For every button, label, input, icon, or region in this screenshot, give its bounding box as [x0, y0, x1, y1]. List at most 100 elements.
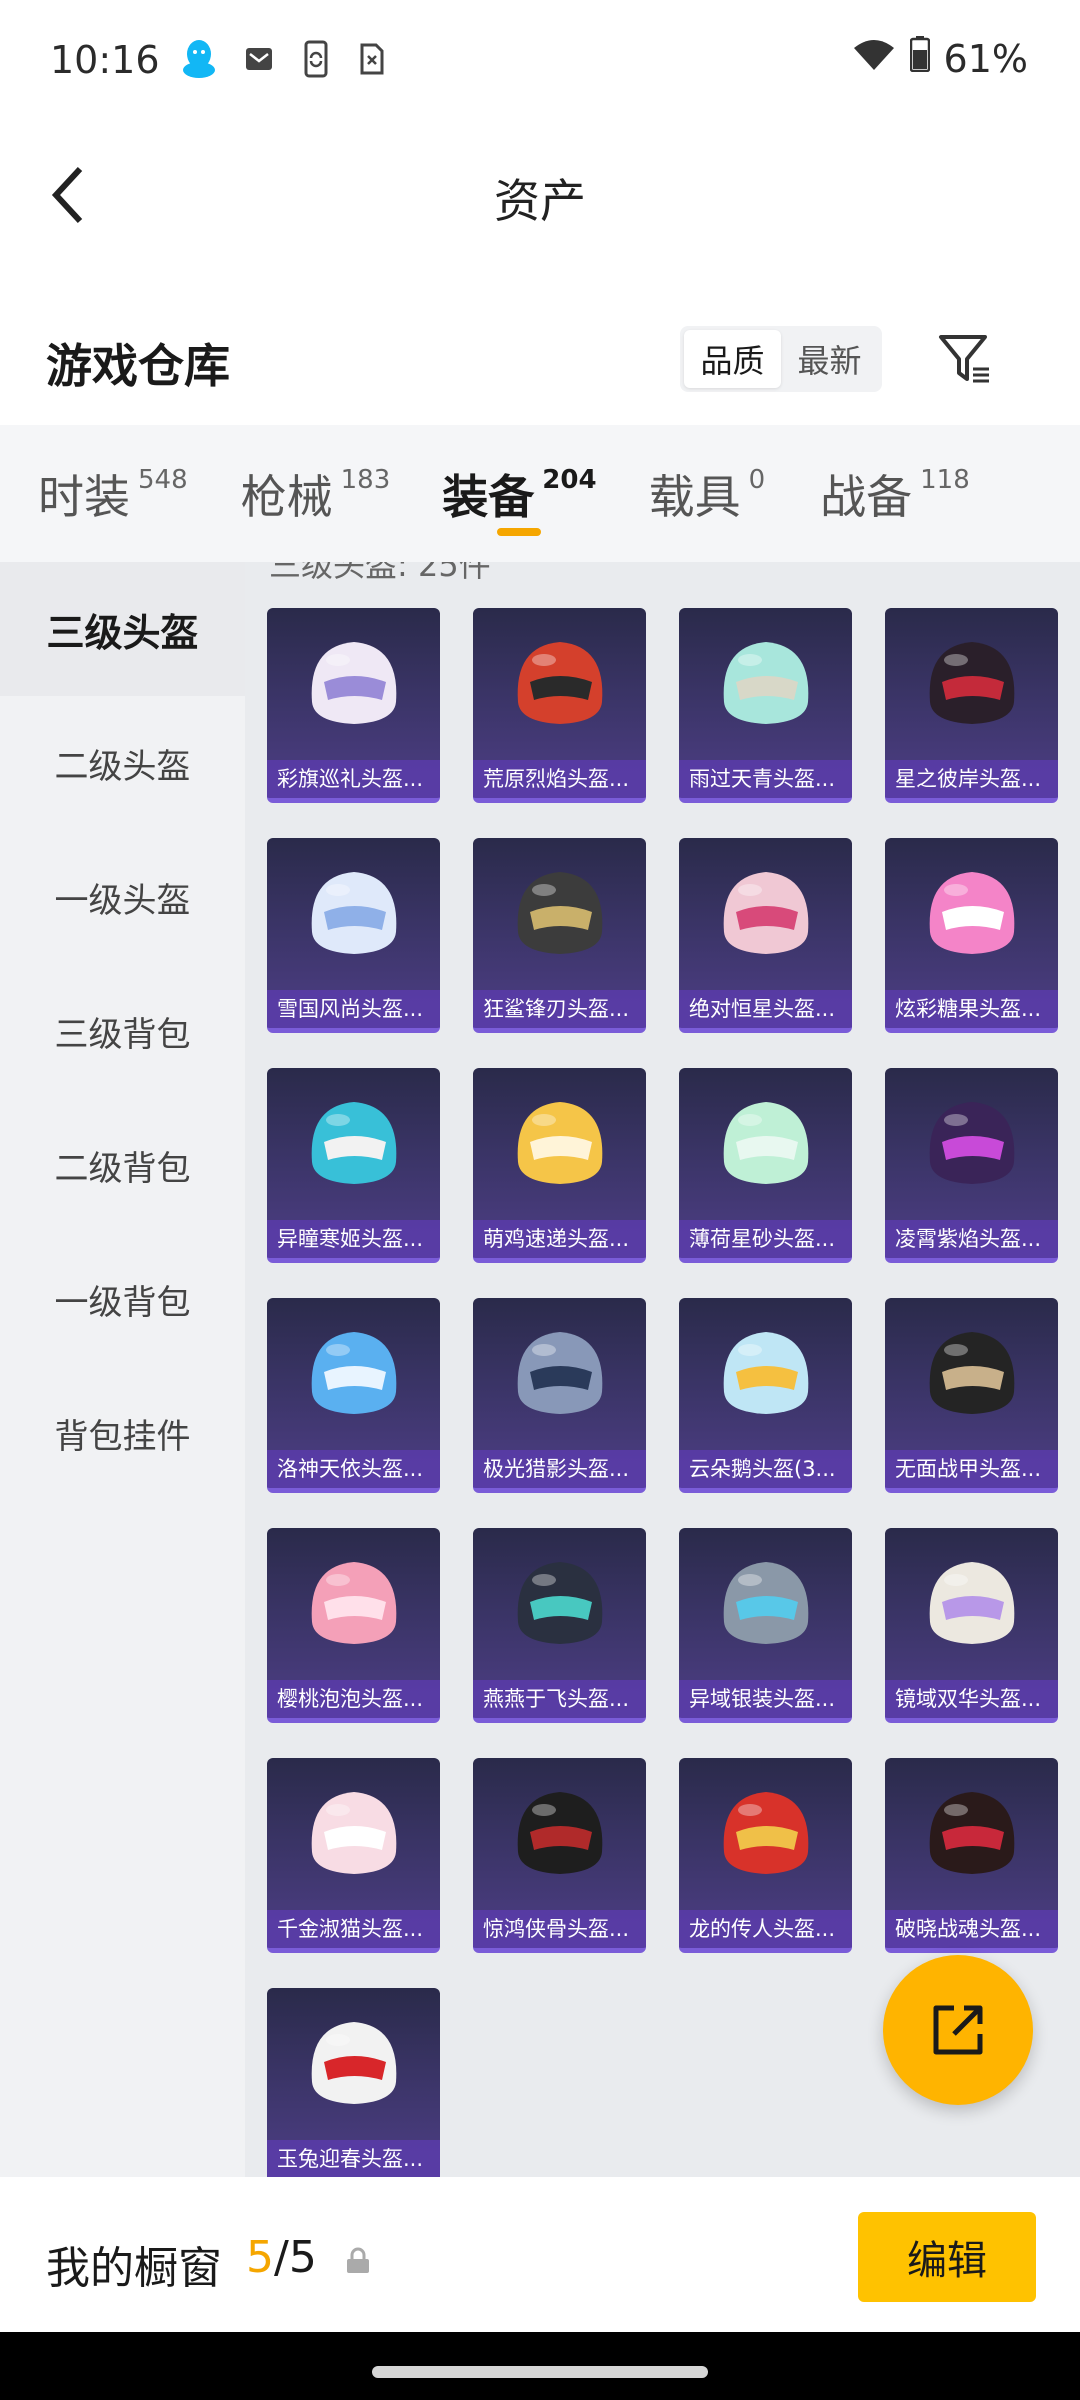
tab-label: 时装	[38, 470, 130, 524]
phone-sync-icon	[300, 40, 332, 82]
item-name: 雨过天青头盔...	[679, 760, 852, 798]
item-name: 异域银装头盔...	[679, 1680, 852, 1718]
item-name: 异瞳寒姬头盔...	[267, 1220, 440, 1258]
tab-supplies[interactable]: 战备 118	[820, 425, 970, 562]
helmet-icon	[929, 1102, 1014, 1184]
status-time: 10:16	[50, 38, 160, 82]
helmet-icon	[517, 1102, 602, 1184]
mail-icon	[244, 44, 274, 78]
wifi-icon	[852, 37, 896, 81]
item-card[interactable]: 镜域双华头盔...	[885, 1528, 1058, 1723]
tab-fashion[interactable]: 时装 548	[38, 425, 188, 562]
item-name: 破晓战魂头盔...	[885, 1910, 1058, 1948]
item-name: 狂鲨锋刃头盔...	[473, 990, 646, 1028]
helmet-image	[885, 608, 1058, 760]
item-card[interactable]: 荒原烈焰头盔...	[473, 608, 646, 803]
item-card[interactable]: 云朵鹅头盔(3...	[679, 1298, 852, 1493]
helmet-icon	[723, 1792, 808, 1874]
tab-label: 枪械	[240, 470, 333, 524]
item-card[interactable]: 星之彼岸头盔...	[885, 608, 1058, 803]
item-name: 玉兔迎春头盔...	[267, 2140, 440, 2177]
helmet-image	[679, 1298, 852, 1450]
showcase-total: 5	[288, 2232, 317, 2283]
helmet-image	[267, 1298, 440, 1450]
item-card[interactable]: 惊鸿侠骨头盔...	[473, 1758, 646, 1953]
helmet-image	[885, 1528, 1058, 1680]
showcase-separator: /	[274, 2232, 289, 2283]
helmet-image	[885, 838, 1058, 990]
helmet-image	[473, 1528, 646, 1680]
share-button[interactable]	[883, 1955, 1033, 2105]
item-card[interactable]: 龙的传人头盔...	[679, 1758, 852, 1953]
sidebar-item-level3-helmet[interactable]: 三级头盔	[0, 562, 245, 696]
lock-icon	[345, 2247, 371, 2279]
item-card[interactable]: 雪国风尚头盔...	[267, 838, 440, 1033]
tab-equipment[interactable]: 装备 204	[442, 425, 597, 562]
helmet-icon	[723, 1332, 808, 1414]
helmet-image	[679, 1068, 852, 1220]
showcase-bar: 我的橱窗 5/5 编辑	[0, 2177, 1080, 2332]
item-card[interactable]: 无面战甲头盔...	[885, 1298, 1058, 1493]
item-card[interactable]: 破晓战魂头盔...	[885, 1758, 1058, 1953]
page-title: 资产	[494, 174, 586, 228]
item-card[interactable]: 异域银装头盔...	[679, 1528, 852, 1723]
helmet-icon	[311, 1562, 396, 1644]
helmet-icon	[929, 642, 1014, 724]
tab-count: 204	[542, 465, 597, 495]
item-card[interactable]: 千金淑猫头盔...	[267, 1758, 440, 1953]
item-card[interactable]: 燕燕于飞头盔...	[473, 1528, 646, 1723]
helmet-icon	[311, 1102, 396, 1184]
item-name: 萌鸡速递头盔...	[473, 1220, 646, 1258]
filter-button[interactable]	[932, 326, 998, 392]
sidebar-item-backpack-charm[interactable]: 背包挂件	[0, 1366, 245, 1500]
item-card[interactable]: 樱桃泡泡头盔...	[267, 1528, 440, 1723]
helmet-icon	[311, 872, 396, 954]
item-card[interactable]: 凌霄紫焰头盔...	[885, 1068, 1058, 1263]
item-card[interactable]: 极光猎影头盔...	[473, 1298, 646, 1493]
home-gesture-bar[interactable]	[372, 2366, 708, 2378]
sidebar-item-level2-backpack[interactable]: 二级背包	[0, 1098, 245, 1232]
filter-icon	[939, 335, 989, 383]
helmet-image	[679, 1528, 852, 1680]
category-tabs: 时装 548 枪械 183 装备 204 载具 0 战备 118	[0, 425, 1080, 562]
sidebar-item-level2-helmet[interactable]: 二级头盔	[0, 696, 245, 830]
sim-off-icon	[358, 41, 386, 81]
helmet-icon	[517, 642, 602, 724]
helmet-icon	[929, 1332, 1014, 1414]
status-bar: 10:16 61%	[0, 0, 1080, 125]
item-name: 荒原烈焰头盔...	[473, 760, 646, 798]
showcase-label: 我的橱窗	[46, 2243, 222, 2294]
item-card[interactable]: 萌鸡速递头盔...	[473, 1068, 646, 1263]
item-card[interactable]: 炫彩糖果头盔...	[885, 838, 1058, 1033]
sidebar-item-level1-backpack[interactable]: 一级背包	[0, 1232, 245, 1366]
helmet-icon	[929, 1792, 1014, 1874]
item-card[interactable]: 薄荷星砂头盔...	[679, 1068, 852, 1263]
item-name: 彩旗巡礼头盔...	[267, 760, 440, 798]
item-name: 绝对恒星头盔...	[679, 990, 852, 1028]
item-card[interactable]: 彩旗巡礼头盔...	[267, 608, 440, 803]
sort-toggle: 品质 最新	[680, 326, 882, 392]
sort-quality-option[interactable]: 品质	[684, 330, 781, 388]
sidebar-item-level1-helmet[interactable]: 一级头盔	[0, 830, 245, 964]
item-card[interactable]: 狂鲨锋刃头盔...	[473, 838, 646, 1033]
item-card[interactable]: 洛神天依头盔...	[267, 1298, 440, 1493]
helmet-image	[679, 1758, 852, 1910]
item-name: 凌霄紫焰头盔...	[885, 1220, 1058, 1258]
sort-newest-option[interactable]: 最新	[781, 330, 878, 388]
item-name: 龙的传人头盔...	[679, 1910, 852, 1948]
item-name: 千金淑猫头盔...	[267, 1910, 440, 1948]
tab-vehicles[interactable]: 载具 0	[649, 425, 766, 562]
item-card[interactable]: 雨过天青头盔...	[679, 608, 852, 803]
helmet-image	[473, 1758, 646, 1910]
item-card[interactable]: 玉兔迎春头盔...	[267, 1988, 440, 2177]
system-nav-bar	[0, 2332, 1080, 2400]
item-name: 燕燕于飞头盔...	[473, 1680, 646, 1718]
item-card[interactable]: 绝对恒星头盔...	[679, 838, 852, 1033]
helmet-image	[679, 608, 852, 760]
edit-button[interactable]: 编辑	[858, 2212, 1036, 2302]
helmet-icon	[929, 872, 1014, 954]
tab-firearms[interactable]: 枪械 183	[241, 425, 391, 562]
sidebar-item-level3-backpack[interactable]: 三级背包	[0, 964, 245, 1098]
item-card[interactable]: 异瞳寒姬头盔...	[267, 1068, 440, 1263]
item-name: 无面战甲头盔...	[885, 1450, 1058, 1488]
